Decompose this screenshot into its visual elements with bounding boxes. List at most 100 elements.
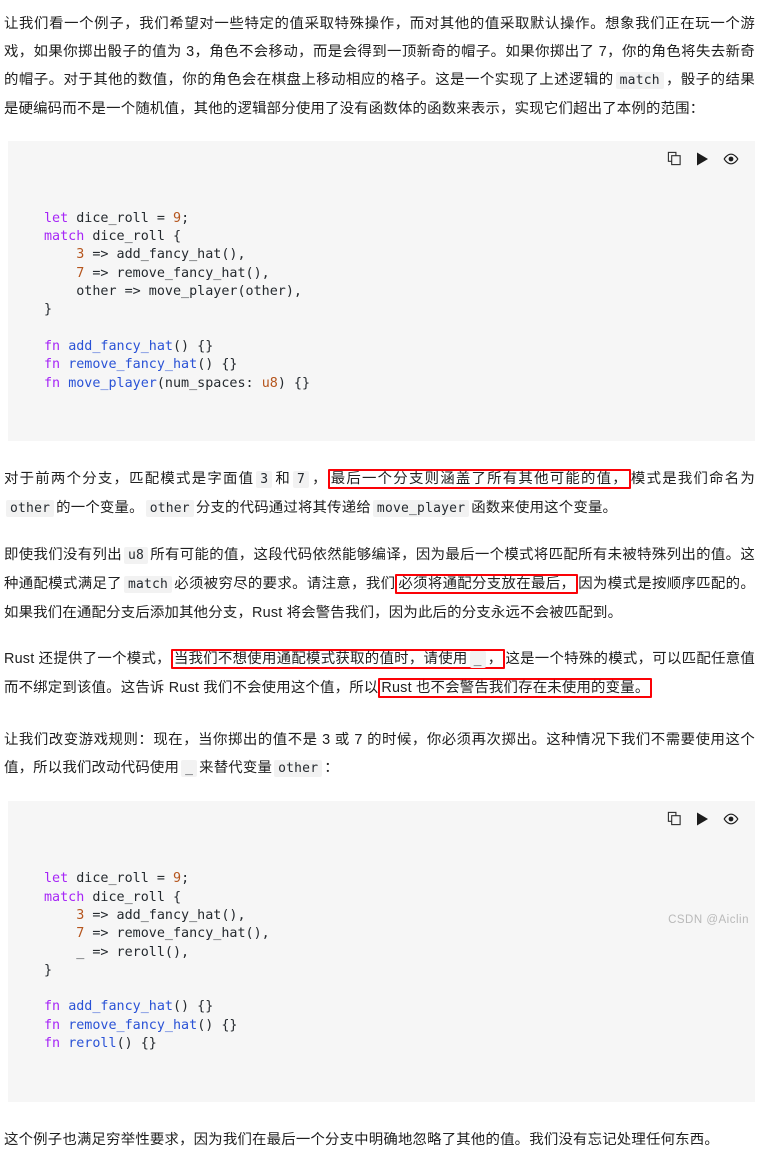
code-token: () {} bbox=[197, 1017, 238, 1033]
paragraph-text: Rust 还提供了一个模式， bbox=[4, 651, 171, 668]
paragraph-text: ， bbox=[311, 471, 328, 488]
paragraph-underscore-pattern: Rust 还提供了一个模式， 当我们不想使用通配模式获取的值时，请使用 _，这是一个… bbox=[0, 645, 761, 702]
code-line: 3 => add_fancy_hat(), bbox=[44, 907, 745, 925]
code-line: fn move_player(num_spaces: u8) {} bbox=[44, 375, 745, 393]
code-block-match-underscore[interactable]: let dice_roll = 9; match dice_roll { 3 =>… bbox=[8, 801, 755, 1102]
inline-code-3: 3 bbox=[256, 471, 273, 489]
code-token: remove_fancy_hat bbox=[68, 1017, 198, 1033]
code-token: fn bbox=[44, 999, 69, 1015]
code-token: match bbox=[44, 889, 93, 905]
paragraph-patterns: 对于前两个分支，匹配模式是字面值 3 和 7，最后一个分支则涵盖了所有其他可能的值，模… bbox=[0, 465, 761, 523]
code-token: add_fancy_hat bbox=[68, 338, 173, 354]
code-token: ; bbox=[181, 871, 190, 887]
code-token: move_player bbox=[68, 375, 157, 391]
paragraph-text: 来替代变量 bbox=[199, 760, 273, 777]
code-token: _ => reroll(), bbox=[44, 944, 190, 960]
code-token: () {} bbox=[197, 357, 238, 373]
copy-icon[interactable] bbox=[666, 150, 683, 167]
article-page: 让我们看一个例子，我们希望对一些特定的值采取特殊操作，而对其他的值采取默认操作。… bbox=[0, 0, 761, 1154]
eye-icon[interactable] bbox=[722, 150, 739, 167]
code-token: dice_roll = bbox=[76, 871, 173, 887]
code-token: dice_roll { bbox=[92, 889, 182, 905]
inline-code-match: match bbox=[615, 72, 664, 89]
inline-code-move-player: move_player bbox=[372, 500, 470, 518]
inline-code-other: other bbox=[274, 760, 323, 778]
code-line: fn add_fancy_hat() {} bbox=[44, 998, 745, 1016]
annotation-highlight-4: Rust 也不会警告我们存在未使用的变量。 bbox=[378, 678, 653, 699]
paragraph-text: ： bbox=[324, 760, 339, 777]
annotation-highlight-3: 当我们不想使用通配模式获取的值时，请使用 _， bbox=[170, 649, 506, 670]
inline-code-match: match bbox=[123, 576, 173, 594]
code-content: let dice_roll = 9; match dice_roll { 3 =>… bbox=[44, 870, 745, 1053]
code-toolbar bbox=[666, 150, 739, 167]
code-token: remove_fancy_hat bbox=[68, 357, 198, 373]
paragraph-text: 即使我们没有列出 bbox=[4, 547, 123, 564]
paragraph-text: 让我们改变游戏规则：现在，当你掷出的值不是 3 或 7 的时候，你必须再次掷出。… bbox=[4, 732, 755, 777]
code-token: () {} bbox=[173, 999, 214, 1015]
annotation-text: ， bbox=[487, 651, 503, 668]
annotation-text: 当我们不想使用通配模式获取的值时，请使用 bbox=[173, 651, 468, 668]
inline-code-other: other bbox=[145, 500, 194, 518]
paragraph-text: 模式是我们命名为 bbox=[630, 471, 756, 488]
paragraph-conclusion: 这个例子也满足穷举性要求，因为我们在最后一个分支中明确地忽略了其他的值。我们没有… bbox=[4, 1131, 719, 1148]
play-icon[interactable] bbox=[694, 810, 711, 827]
inline-code-u8: u8 bbox=[124, 547, 149, 565]
code-token: 9 bbox=[173, 210, 182, 226]
code-line: _ => reroll(), bbox=[44, 944, 745, 962]
eye-icon[interactable] bbox=[722, 810, 739, 827]
code-token: (num_spaces: bbox=[156, 375, 262, 391]
code-token: fn bbox=[44, 1017, 69, 1033]
code-block-match-other[interactable]: let dice_roll = 9; match dice_roll { 3 =>… bbox=[8, 141, 755, 442]
code-line: fn remove_fancy_hat() {} bbox=[44, 1017, 745, 1035]
code-token: fn bbox=[44, 338, 69, 354]
annotation-highlight-1: 最后一个分支则涵盖了所有其他可能的值， bbox=[327, 469, 631, 490]
code-line: } bbox=[44, 301, 745, 319]
code-line: fn remove_fancy_hat() {} bbox=[44, 356, 745, 374]
code-token: dice_roll { bbox=[92, 229, 182, 245]
code-token: add_fancy_hat bbox=[68, 999, 173, 1015]
code-line bbox=[44, 980, 745, 998]
code-token: dice_roll = bbox=[76, 210, 173, 226]
watermark: CSDN @Aiclin bbox=[668, 914, 749, 926]
code-token: match bbox=[44, 229, 93, 245]
annotation-highlight-2: 必须将通配分支放在最后， bbox=[395, 574, 579, 595]
inline-code-other: other bbox=[6, 500, 55, 518]
paragraph-intro: 让我们看一个例子，我们希望对一些特定的值采取特殊操作，而对其他的值采取默认操作。… bbox=[0, 10, 761, 123]
code-line: 7 => remove_fancy_hat(), bbox=[44, 265, 745, 283]
code-token: fn bbox=[44, 1036, 69, 1052]
code-line: fn add_fancy_hat() {} bbox=[44, 338, 745, 356]
code-token: let bbox=[44, 210, 77, 226]
code-token: } bbox=[44, 302, 53, 318]
code-token: ; bbox=[181, 210, 190, 226]
code-token: => add_fancy_hat(), bbox=[84, 247, 246, 263]
code-token: fn bbox=[44, 357, 69, 373]
paragraph-text: 的一个变量。 bbox=[56, 500, 144, 517]
code-line: other => move_player(other), bbox=[44, 283, 745, 301]
code-token: () {} bbox=[116, 1036, 157, 1052]
code-line: 3 => add_fancy_hat(), bbox=[44, 246, 745, 264]
copy-icon[interactable] bbox=[666, 810, 683, 827]
code-token: } bbox=[44, 962, 53, 978]
paragraph-exhaustive: 即使我们没有列出 u8 所有可能的值，这段代码依然能够编译，因为最后一个模式将匹配所… bbox=[0, 541, 761, 627]
code-token: => remove_fancy_hat(), bbox=[84, 265, 270, 281]
play-icon[interactable] bbox=[694, 150, 711, 167]
code-line: match dice_roll { bbox=[44, 889, 745, 907]
inline-code-7: 7 bbox=[293, 471, 310, 489]
paragraph-text: 分支的代码通过将其传递给 bbox=[195, 500, 371, 517]
code-content: let dice_roll = 9; match dice_roll { 3 =>… bbox=[44, 210, 745, 393]
paragraph-text: 和 bbox=[274, 471, 291, 488]
code-token: fn bbox=[44, 375, 69, 391]
code-token: let bbox=[44, 871, 77, 887]
